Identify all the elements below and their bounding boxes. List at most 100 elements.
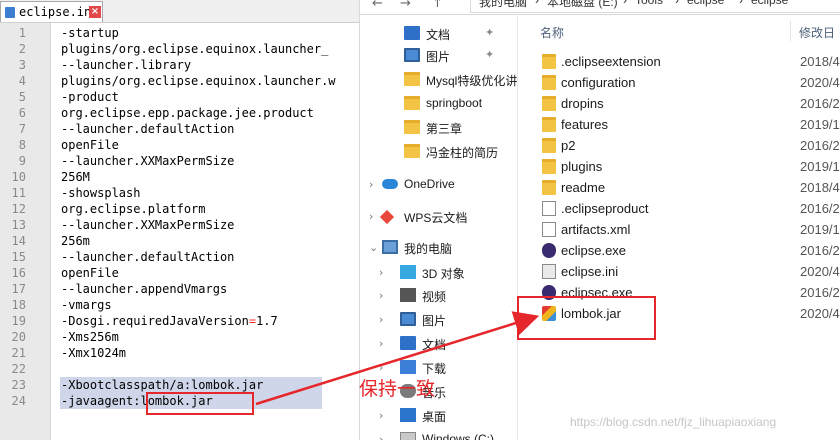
chevron-right-icon[interactable]: › [379,409,383,422]
forward-icon[interactable]: → [400,0,411,11]
code-line[interactable]: org.eclipse.platform [61,202,206,216]
breadcrumb-item[interactable]: eclipse [751,0,788,7]
code-line[interactable]: openFile [61,266,119,280]
chevron-right-icon[interactable]: › [379,289,383,302]
file-row[interactable]: features 2019/1, [518,114,840,135]
code-line[interactable]: plugins/org.eclipse.equinox.launcher_ [61,42,328,56]
file-icon [542,201,556,216]
nav-item[interactable]: › 文档 [360,333,515,355]
nav-item[interactable]: › WPS云文档 [360,206,515,228]
column-divider[interactable] [790,21,791,41]
breadcrumb-item[interactable]: Tools [635,0,663,7]
nav-item[interactable]: ⌄ 我的电脑 [360,237,515,259]
file-date: 2016/2, [800,138,840,153]
chevron-right-icon[interactable]: › [379,266,383,279]
pin-icon[interactable]: ✦ [485,26,494,39]
notepad-editor: eclipse.ini × 1 2 3 4 5 6 7 8 9 10 11 12 13 14 15 16 17 1… [0,0,359,440]
file-row[interactable]: plugins 2019/1, [518,156,840,177]
code-line[interactable]: -Xbootclasspath/a:lombok.jar [61,378,263,392]
file-row[interactable]: readme 2018/4, [518,177,840,198]
file-name: plugins [561,159,603,174]
line-number: 5 [18,90,26,104]
folder-icon [404,72,420,86]
code-line[interactable]: -Xmx1024m [61,346,126,360]
code-line[interactable]: --launcher.XXMaxPermSize [61,218,234,232]
breadcrumb-separator-icon: › [675,0,679,7]
code-line[interactable]: --launcher.defaultAction [61,122,234,136]
code-line[interactable]: -showsplash [61,186,140,200]
nav-item[interactable]: › 桌面 [360,405,515,427]
file-row[interactable]: p2 2016/2, [518,135,840,156]
nav-item[interactable]: › 3D 对象 [360,262,515,284]
breadcrumb-item[interactable]: 本地磁盘 (E:) [547,0,618,10]
file-list: 名称 修改日 .eclipseextension 2018/4, configura… [517,15,840,440]
chevron-right-icon[interactable]: › [379,337,383,350]
code-line[interactable]: 256M [61,170,90,184]
up-icon[interactable]: ↑ [432,0,443,11]
column-header-date[interactable]: 修改日 [799,24,835,41]
chevron-right-icon[interactable]: › [379,361,383,374]
nav-item[interactable]: › Windows (C:) [360,429,515,440]
nav-item[interactable]: 文档 ✦ [360,23,515,45]
file-date: 2016/2, [800,285,840,300]
code-line[interactable]: --launcher.defaultAction [61,250,234,264]
nav-item-label: springboot [426,96,483,110]
code-line[interactable]: --launcher.library [61,58,191,72]
code-line[interactable]: --launcher.XXMaxPermSize [61,154,234,168]
tab-eclipse-ini[interactable]: eclipse.ini × [0,1,103,22]
address-bar[interactable]: ← → ↑ 我的电脑 › 本地磁盘 (E:) › Tools › eclipse › eclip… [360,0,840,15]
file-row[interactable]: .eclipseextension 2018/4, [518,51,840,72]
code-line[interactable]: -Dosgi.requiredJavaVersion=1.7 [61,314,278,328]
nav-item-label: Mysql特级优化讲 [426,74,518,88]
chevron-down-icon[interactable]: ⌄ [369,241,378,254]
code-line[interactable]: 256m [61,234,90,248]
file-row[interactable]: dropins 2016/2, [518,93,840,114]
nav-item[interactable]: 图片 ✦ [360,45,515,67]
back-icon[interactable]: ← [372,0,383,11]
code-line[interactable]: -Xms256m [61,330,119,344]
line-number: 18 [11,298,26,312]
file-icon [5,7,15,18]
nav-item-label: 视频 [422,290,447,304]
file-row[interactable]: configuration 2020/4, [518,72,840,93]
code-line[interactable]: --launcher.appendVmargs [61,282,227,296]
nav-item[interactable]: Mysql特级优化讲 [360,69,518,91]
file-row[interactable]: eclipse.ini 2020/4, [518,261,840,282]
line-number: 24 [11,394,26,408]
code-line[interactable]: plugins/org.eclipse.equinox.launcher.w [61,74,336,88]
file-row[interactable]: eclipse.exe 2016/2, [518,240,840,261]
file-date: 2018/4, [800,54,840,69]
code-line[interactable]: org.eclipse.epp.package.jee.product [61,106,314,120]
nav-item[interactable]: 第三章 [360,117,515,139]
file-date: 2020/4, [800,75,840,90]
code-area[interactable]: -startup plugins/org.eclipse.equinox.laun… [51,23,359,440]
chevron-right-icon[interactable]: › [369,210,373,223]
code-line[interactable]: -product [61,90,119,104]
code-line[interactable]: openFile [61,138,119,152]
chevron-right-icon[interactable]: › [379,313,383,326]
chevron-right-icon[interactable]: › [379,433,383,440]
chevron-right-icon[interactable]: › [369,178,373,191]
tab-label: eclipse.ini [19,5,99,19]
breadcrumb[interactable]: 我的电脑 › 本地磁盘 (E:) › Tools › eclipse › eclipse [470,0,840,13]
pin-icon[interactable]: ✦ [485,48,494,61]
file-name: p2 [561,138,576,153]
column-header-name[interactable]: 名称 [540,24,564,41]
file-name: .eclipseproduct [561,201,649,216]
code-line[interactable]: -startup [61,26,119,40]
file-row[interactable]: .eclipseproduct 2016/2, [518,198,840,219]
breadcrumb-item[interactable]: eclipse [687,0,724,7]
code-line[interactable]: -vmargs [61,298,112,312]
documents-icon [400,336,416,350]
nav-item[interactable]: springboot [360,93,515,115]
nav-item[interactable]: 冯金柱的简历 [360,141,515,163]
desktop-icon [400,408,416,422]
nav-item[interactable]: › 视频 [360,285,515,307]
close-icon[interactable]: × [89,6,101,18]
nav-item[interactable]: › OneDrive [360,174,515,196]
file-date: 2018/4, [800,180,840,195]
breadcrumb-item[interactable]: 我的电脑 [479,0,527,10]
file-row[interactable]: artifacts.xml 2019/1, [518,219,840,240]
nav-item-label: 图片 [422,314,447,328]
nav-item[interactable]: › 图片 [360,309,515,331]
